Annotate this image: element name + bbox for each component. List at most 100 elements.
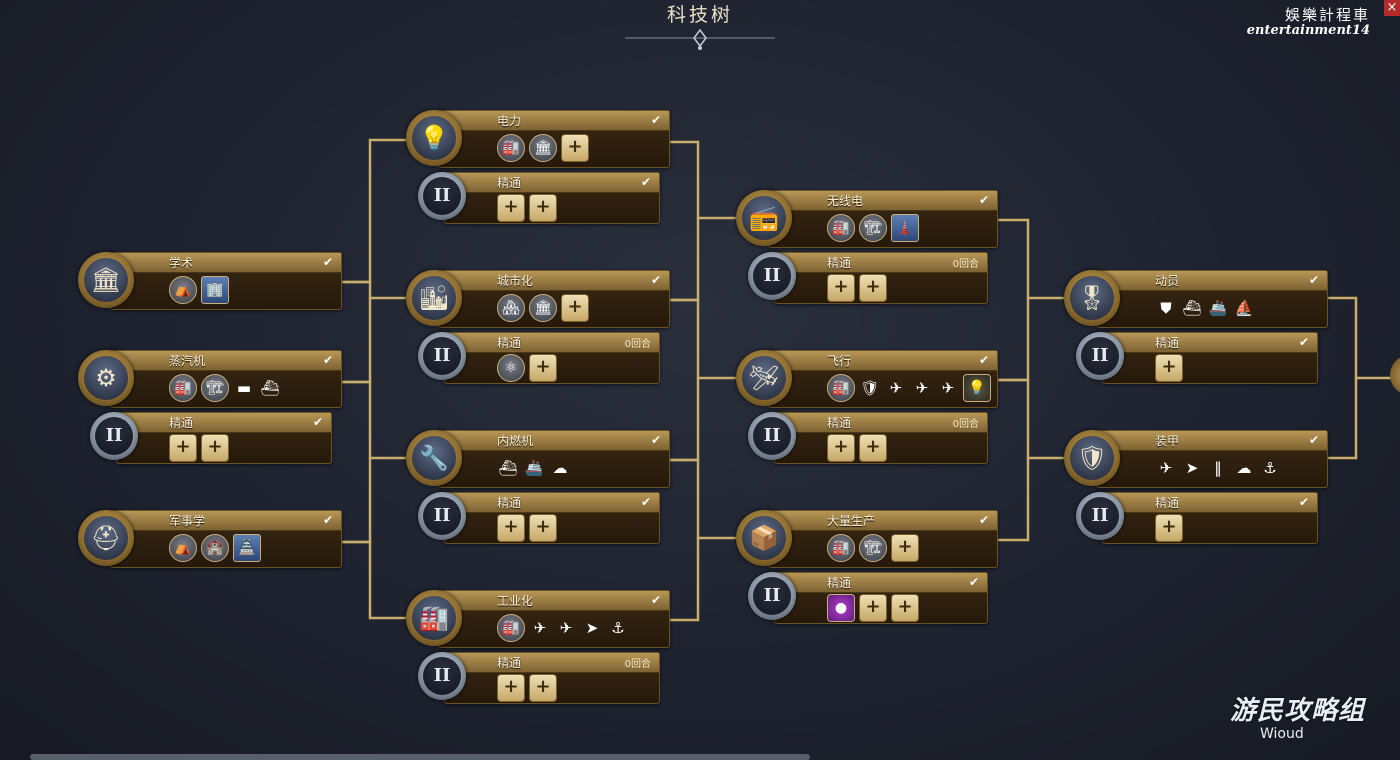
unlock-building-icon[interactable]: ⛺ [169,534,197,562]
unlock-building-icon[interactable]: 🏗 [201,374,229,402]
plus-icon[interactable]: + [529,674,557,702]
unlock-building-icon[interactable]: ⛺ [169,276,197,304]
unlock-bulb-icon[interactable]: 💡 [963,374,991,402]
plus-icon[interactable]: + [859,434,887,462]
unlock-building-icon[interactable]: 🏭 [169,374,197,402]
plus-icon[interactable]: + [529,354,557,382]
tech-bar[interactable]: 飞行 ✔ 🏭 🛡 ✈ ✈ ✈ 💡 [768,350,998,408]
unlock-unit-icon[interactable]: ‖ [1207,455,1229,481]
tech-medal[interactable]: 🏙 [406,270,462,326]
unlock-unit-icon[interactable]: ⚓ [607,615,629,641]
mastery-bar[interactable]: 精通 ✔ + + [116,412,332,464]
mastery-medal[interactable]: II [748,252,796,300]
mastery-bar[interactable]: 精通 ✔ + + [444,492,660,544]
unlock-unit-icon[interactable]: ✈ [555,615,577,641]
mastery-medal[interactable]: II [748,572,796,620]
unlock-building-icon[interactable]: 🏛 [529,134,557,162]
unlock-unit-icon[interactable]: ✈ [911,375,933,401]
plus-icon[interactable]: + [827,274,855,302]
tech-medal[interactable]: 🏭 [406,590,462,646]
unlock-building-icon[interactable]: 🏭 [827,374,855,402]
unlock-unit-icon[interactable]: ✈ [1155,455,1177,481]
unlock-unit-icon[interactable]: ➤ [581,615,603,641]
tech-medal[interactable]: 📻 [736,190,792,246]
unlock-unit-icon[interactable]: ➤ [1181,455,1203,481]
tech-medal[interactable]: ⚙ [78,350,134,406]
mastery-bar[interactable]: 精通 0回合 + + [444,652,660,704]
plus-icon[interactable]: + [859,594,887,622]
tech-bar[interactable]: 装甲 ✔ ✈ ➤ ‖ ☁ ⚓ [1096,430,1328,488]
unlock-unit-icon[interactable]: ⛴ [1181,295,1203,321]
unlock-unit-icon[interactable]: ⛴ [497,455,519,481]
tech-medal[interactable]: 🔧 [406,430,462,486]
plus-icon[interactable]: + [561,294,589,322]
mastery-bar[interactable]: 精通 ✔ + + [444,172,660,224]
plus-icon[interactable]: + [529,194,557,222]
tech-bar[interactable]: 城市化 ✔ 🏘 🏛 + [438,270,670,328]
unlock-unit-icon[interactable]: ☁ [549,455,571,481]
tech-bar[interactable]: 无线电 ✔ 🏭 🏗 🗼 [768,190,998,248]
unlock-unit-icon[interactable]: 🚢 [523,455,545,481]
tech-medal[interactable]: ⛑ [78,510,134,566]
unlock-unit-icon[interactable]: ⛵ [1233,295,1255,321]
unlock-unit-icon[interactable]: 🚢 [1207,295,1229,321]
plus-icon[interactable]: + [891,594,919,622]
plus-icon[interactable]: + [891,534,919,562]
tech-bar[interactable]: 电力 ✔ 🏭 🏛 + [438,110,670,168]
unlock-building-icon[interactable]: 🏗 [859,534,887,562]
mastery-medal[interactable]: II [1076,492,1124,540]
plus-icon[interactable]: + [497,514,525,542]
mastery-medal[interactable]: II [1076,332,1124,380]
mastery-bar[interactable]: 精通 0回合 ⚛ + [444,332,660,384]
unlock-building-icon[interactable]: ⚛ [497,354,525,382]
unlock-building-icon[interactable]: 🏘 [497,294,525,322]
plus-icon[interactable]: + [561,134,589,162]
tech-bar[interactable]: 蒸汽机 ✔ 🏭 🏗 ▬ ⛴ [110,350,342,408]
mastery-medal[interactable]: II [418,652,466,700]
mastery-bar[interactable]: 精通 0回合 + + [774,252,988,304]
unlock-unit-icon[interactable]: 🛡 [859,375,881,401]
unlock-unit-icon[interactable]: ⚓ [1259,455,1281,481]
plus-icon[interactable]: + [497,674,525,702]
unlock-wonder-icon[interactable]: 🏢 [201,276,229,304]
unlock-building-icon[interactable]: 🏭 [827,214,855,242]
unlock-building-icon[interactable]: 🏰 [201,534,229,562]
tech-medal[interactable]: 🛩 [736,350,792,406]
horizontal-scrollbar[interactable] [30,754,810,760]
unlock-building-icon[interactable]: 🏭 [497,134,525,162]
unlock-unit-icon[interactable]: ⛊ [1155,295,1177,321]
unlock-unit-icon[interactable]: ☁ [1233,455,1255,481]
plus-icon[interactable]: + [497,194,525,222]
unlock-unit-icon[interactable]: ⛴ [259,375,281,401]
plus-icon[interactable]: + [529,514,557,542]
unlock-building-icon[interactable]: 🏭 [497,614,525,642]
unlock-unit-icon[interactable]: ✈ [885,375,907,401]
mastery-medal[interactable]: II [748,412,796,460]
mastery-medal[interactable]: II [418,492,466,540]
tech-bar[interactable]: 内燃机 ✔ ⛴ 🚢 ☁ [438,430,670,488]
plus-icon[interactable]: + [169,434,197,462]
mastery-bar[interactable]: 精通 0回合 + + [774,412,988,464]
tech-bar[interactable]: 学术 ✔ ⛺ 🏢 [110,252,342,310]
unlock-unit-icon[interactable]: ✈ [937,375,959,401]
unlock-wonder-icon[interactable]: 🗼 [891,214,919,242]
tech-bar[interactable]: 工业化 ✔ 🏭 ✈ ✈ ➤ ⚓ [438,590,670,648]
tech-bar[interactable]: 动员 ✔ ⛊ ⛴ 🚢 ⛵ [1096,270,1328,328]
unlock-resource-icon[interactable]: ● [827,594,855,622]
tech-medal[interactable]: 🛡 [1064,430,1120,486]
plus-icon[interactable]: + [827,434,855,462]
plus-icon[interactable]: + [201,434,229,462]
tech-medal[interactable]: 📦 [736,510,792,566]
mastery-medal[interactable]: II [418,172,466,220]
unlock-wonder-icon[interactable]: 🏯 [233,534,261,562]
mastery-medal[interactable]: II [418,332,466,380]
tech-bar[interactable]: 军事学 ✔ ⛺ 🏰 🏯 [110,510,342,568]
plus-icon[interactable]: + [1155,354,1183,382]
mastery-medal[interactable]: II [90,412,138,460]
unlock-unit-icon[interactable]: ✈ [529,615,551,641]
unlock-building-icon[interactable]: 🏛 [529,294,557,322]
mastery-bar[interactable]: 精通 ✔ ● + + [774,572,988,624]
tech-medal[interactable]: 🏛 [78,252,134,308]
tech-bar[interactable]: 大量生产 ✔ 🏭 🏗 + [768,510,998,568]
plus-icon[interactable]: + [1155,514,1183,542]
